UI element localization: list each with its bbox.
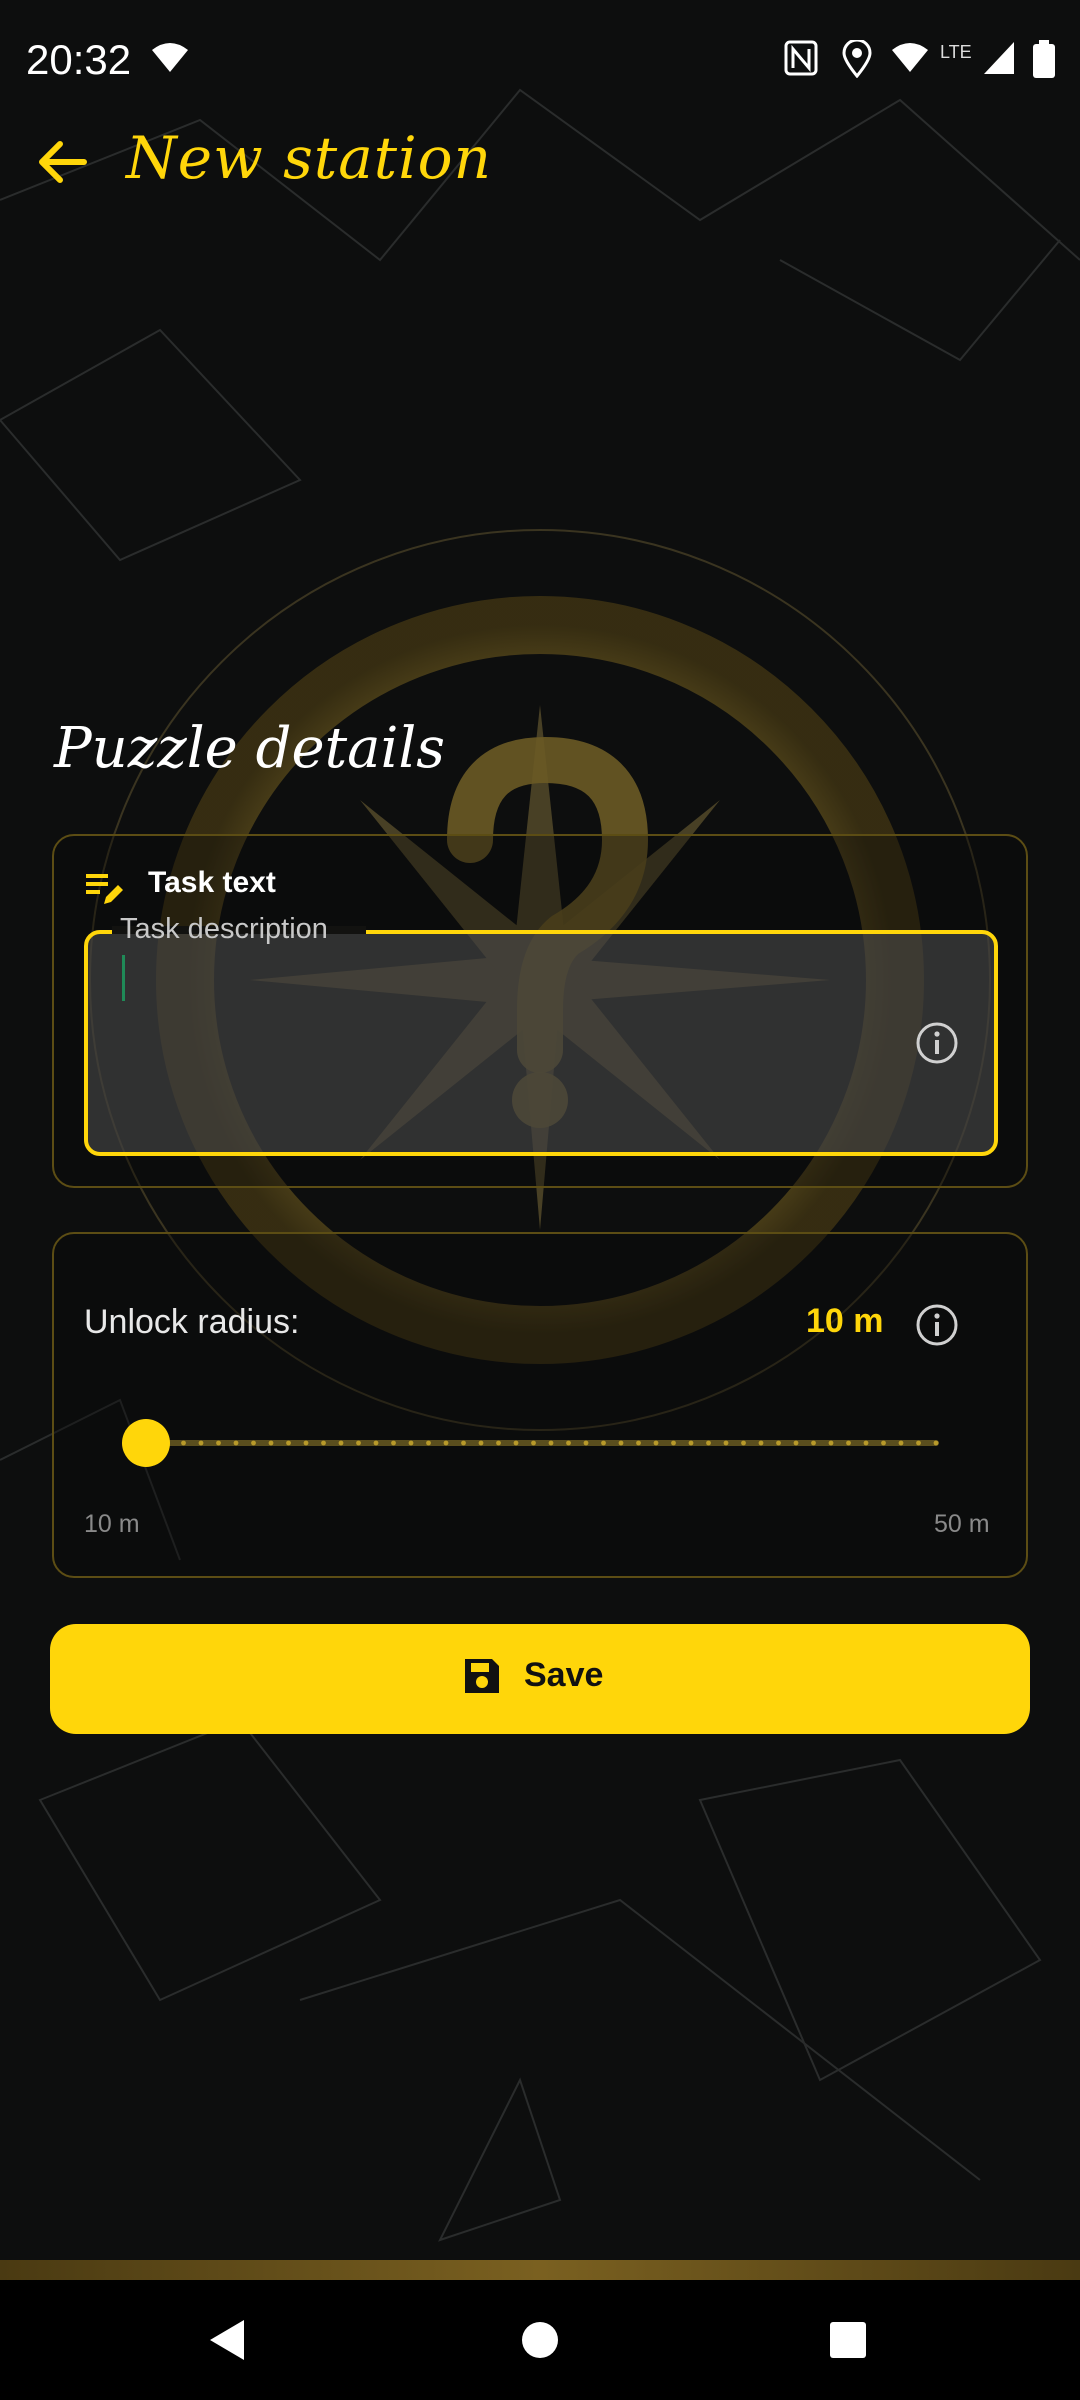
- location-icon: [842, 40, 872, 78]
- task-text-label: Task text: [148, 866, 276, 899]
- slider-tick: [566, 1440, 571, 1446]
- slider-tick: [828, 1440, 834, 1446]
- slider-tick: [496, 1440, 501, 1446]
- info-icon[interactable]: [914, 1302, 960, 1348]
- slider-thumb[interactable]: [122, 1419, 170, 1467]
- slider-tick: [583, 1440, 589, 1446]
- unlock-radius-slider[interactable]: [120, 1418, 942, 1468]
- slider-tick: [198, 1440, 204, 1446]
- background-art: [0, 88, 1080, 2242]
- slider-max-label: 50 m: [934, 1510, 990, 1538]
- recents-square-icon[interactable]: [818, 2310, 878, 2370]
- slider-tick: [513, 1440, 519, 1446]
- slider-tick: [268, 1440, 274, 1446]
- slider-tick: [776, 1440, 781, 1446]
- slider-tick: [863, 1440, 869, 1446]
- task-description-label: Task description: [120, 913, 328, 945]
- slider-tick: [793, 1440, 799, 1446]
- slider-tick: [181, 1440, 186, 1446]
- slider-tick: [688, 1440, 694, 1446]
- section-title: Puzzle details: [54, 716, 446, 781]
- floppy-disk-icon: [465, 1659, 499, 1693]
- wifi-signal-icon: [892, 43, 928, 72]
- decorative-gold-strip: [0, 2260, 1080, 2280]
- slider-tick: [251, 1440, 256, 1446]
- slider-tick: [373, 1440, 379, 1446]
- slider-tick: [356, 1440, 361, 1446]
- lte-label: LTE: [940, 42, 972, 62]
- slider-tick: [461, 1440, 466, 1446]
- slider-tick: [408, 1440, 414, 1446]
- slider-tick: [916, 1440, 921, 1446]
- slider-tick: [216, 1440, 221, 1446]
- slider-tick: [881, 1440, 886, 1446]
- slider-tick: [338, 1440, 344, 1446]
- back-arrow-icon[interactable]: [32, 132, 92, 192]
- home-circle-icon[interactable]: [510, 2310, 570, 2370]
- slider-tick: [321, 1440, 326, 1446]
- slider-tick: [653, 1440, 659, 1446]
- slider-tick: [286, 1440, 291, 1446]
- unlock-radius-card: [52, 1232, 1028, 1578]
- slider-tick: [391, 1440, 396, 1446]
- text-cursor: [122, 955, 125, 1001]
- slider-tick: [478, 1440, 484, 1446]
- nfc-icon: [784, 40, 818, 76]
- wifi-icon: [152, 43, 188, 72]
- info-icon[interactable]: [914, 1020, 960, 1066]
- task-description-field[interactable]: [84, 930, 998, 1156]
- back-triangle-icon[interactable]: [196, 2310, 256, 2370]
- slider-tick: [601, 1440, 606, 1446]
- slider-tick: [898, 1440, 904, 1446]
- slider-tick: [811, 1440, 816, 1446]
- slider-tick: [671, 1440, 676, 1446]
- slider-tick: [933, 1440, 939, 1446]
- status-time: 20:32: [26, 36, 132, 83]
- battery-icon: [1033, 40, 1055, 78]
- status-bar: 20:32 LTE: [0, 0, 1080, 120]
- slider-tick: [846, 1440, 851, 1446]
- slider-tick: [426, 1440, 431, 1446]
- slider-tick: [758, 1440, 764, 1446]
- cell-signal-icon: [984, 42, 1014, 74]
- slider-tick: [741, 1440, 746, 1446]
- slider-tick: [233, 1440, 239, 1446]
- slider-tick: [303, 1440, 309, 1446]
- unlock-radius-label: Unlock radius:: [84, 1303, 300, 1341]
- slider-tick: [636, 1440, 641, 1446]
- slider-tick: [706, 1440, 711, 1446]
- slider-tick: [443, 1440, 449, 1446]
- slider-tick: [548, 1440, 554, 1446]
- slider-tick: [618, 1440, 624, 1446]
- unlock-radius-value: 10 m: [806, 1302, 884, 1340]
- slider-tick: [723, 1440, 729, 1446]
- edit-note-icon: [86, 874, 123, 904]
- slider-tick: [531, 1440, 536, 1446]
- page-title: New station: [126, 124, 492, 192]
- slider-min-label: 10 m: [84, 1510, 140, 1538]
- save-button-label[interactable]: Save: [524, 1656, 603, 1695]
